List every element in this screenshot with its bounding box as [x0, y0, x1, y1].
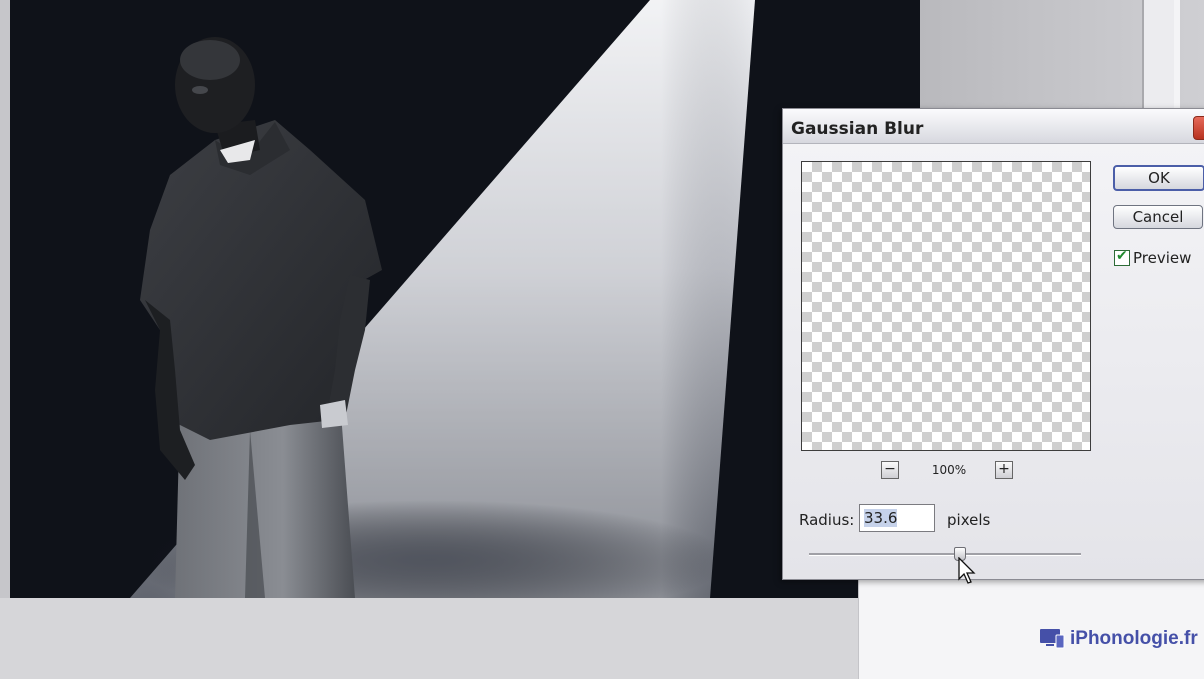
radius-input[interactable]: 33.6 — [859, 504, 935, 532]
dialog-title: Gaussian Blur — [791, 119, 924, 139]
dialog-titlebar[interactable]: Gaussian Blur — [783, 109, 1204, 144]
preview-checkbox[interactable]: ✔ — [1114, 248, 1130, 266]
filter-preview-area[interactable] — [801, 161, 1091, 451]
plus-icon: + — [998, 461, 1010, 477]
zoom-in-button[interactable]: + — [995, 461, 1013, 479]
devices-icon — [1040, 629, 1065, 649]
checkmark-icon: ✔ — [1116, 248, 1128, 264]
preview-label: Preview — [1133, 249, 1192, 267]
gaussian-blur-dialog: Gaussian Blur − 100% + OK Cancel ✔ Previ… — [782, 108, 1204, 584]
site-watermark: iPhonologie.fr — [1038, 627, 1198, 651]
watermark-text: iPhonologie.fr — [1070, 628, 1198, 649]
ok-button[interactable]: OK — [1113, 165, 1204, 191]
radius-value: 33.6 — [864, 509, 898, 527]
zoom-level: 100% — [931, 463, 967, 477]
close-button[interactable] — [1193, 116, 1204, 140]
status-area — [0, 598, 860, 679]
cancel-button[interactable]: Cancel — [1113, 205, 1203, 229]
radius-unit-label: pixels — [947, 511, 991, 529]
minus-icon: − — [884, 461, 896, 477]
zoom-out-button[interactable]: − — [881, 461, 899, 479]
panel-edge — [1142, 0, 1180, 110]
radius-slider-track[interactable] — [809, 553, 1081, 556]
radius-label: Radius: — [799, 511, 855, 529]
canvas-left-edge — [0, 0, 10, 598]
dialog-body: − 100% + OK Cancel ✔ Preview Radius: 33.… — [783, 144, 1204, 584]
mouse-cursor-icon — [958, 557, 976, 584]
